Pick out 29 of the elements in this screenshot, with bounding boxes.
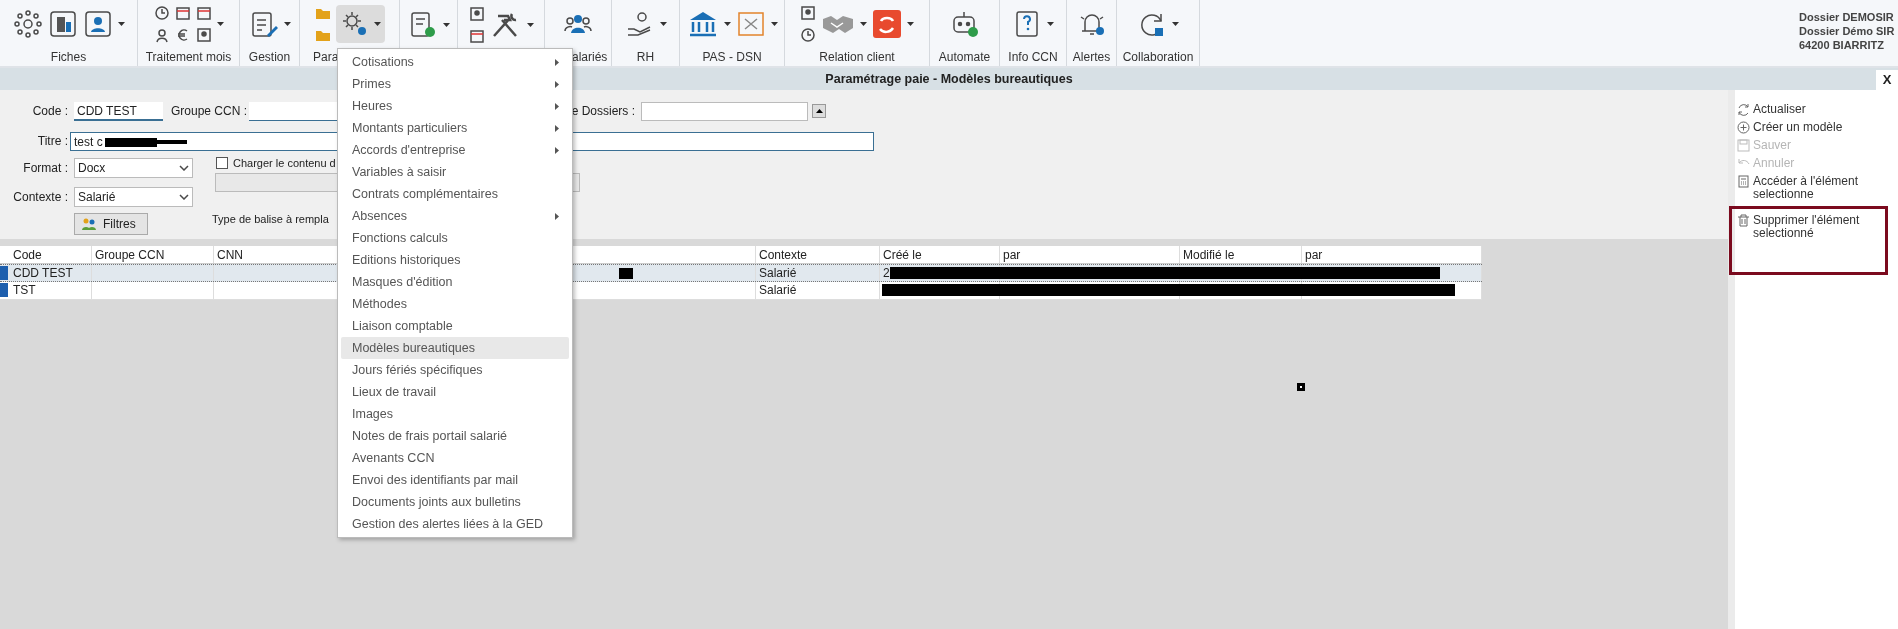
dossier-info: Dossier Démo SIR — [1799, 24, 1896, 38]
dossier-info: 64200 BIARRITZ — [1799, 38, 1885, 52]
group-label: Info CCN — [1008, 49, 1058, 66]
group-label: Traitement mois — [145, 49, 232, 66]
group-label: Alertes — [1072, 49, 1111, 66]
group-label: Relation client — [819, 49, 895, 66]
field-label: Contexte : — [12, 189, 69, 206]
group-label: PAS - DSN — [702, 49, 762, 66]
group-label: RH — [636, 49, 655, 66]
field-label: Code : — [31, 103, 69, 120]
table-cell: Salarié — [759, 266, 797, 280]
field-label: Titre : — [36, 133, 69, 150]
field-label: Groupe CCN : — [169, 103, 248, 120]
field-value: test c — [74, 134, 103, 149]
table-cell: CDD TEST — [13, 266, 73, 280]
group-label: alariés — [572, 49, 608, 66]
field-label: Type de balise à rempla — [212, 213, 329, 225]
group-label: Fiches — [50, 49, 87, 66]
dossier-info: Dossier DEMOSIR — [1799, 10, 1895, 24]
group-label: Automate — [938, 49, 991, 66]
table-cell: TST — [13, 283, 36, 297]
field-label: Format : — [22, 160, 69, 177]
table-cell: 2 — [883, 266, 890, 280]
group-label: Para — [313, 49, 339, 66]
table-cell: Salarié — [759, 283, 797, 297]
group-label: Collaboration — [1122, 49, 1194, 66]
window-title: Paramétrage paie - Modèles bureautiques — [825, 70, 1073, 88]
group-label: Gestion — [248, 49, 291, 66]
checkbox-label: Charger le contenu d — [233, 155, 336, 171]
